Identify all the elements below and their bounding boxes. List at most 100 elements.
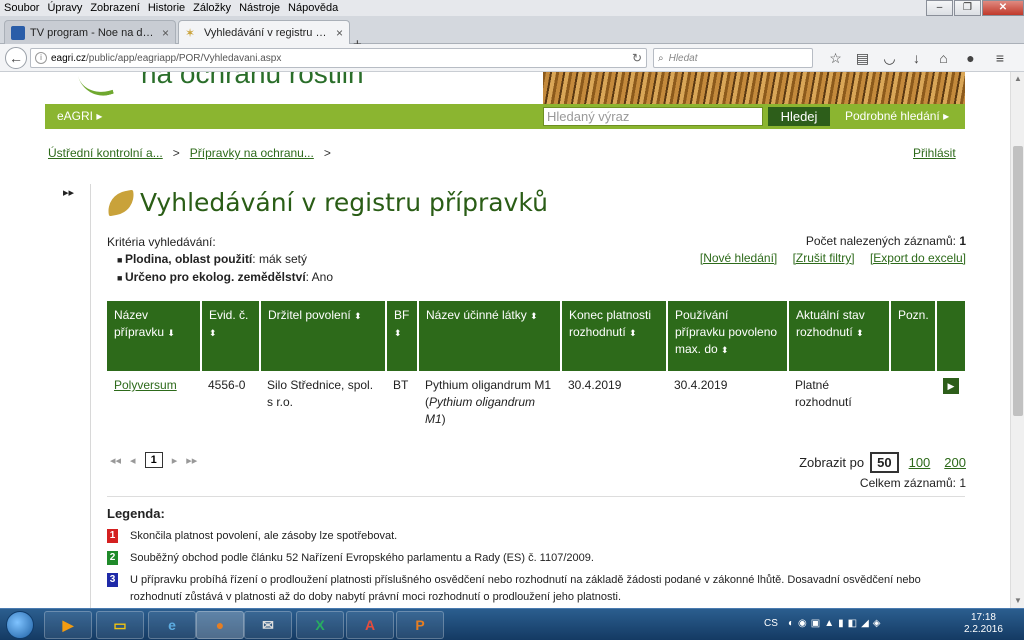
reading-list-icon[interactable]: ▤ <box>849 48 876 68</box>
download-icon[interactable]: ↓ <box>903 48 930 68</box>
breadcrumb: Ústřední kontrolní a... > Přípravky na o… <box>48 146 331 160</box>
minimize-button[interactable]: – <box>926 0 953 16</box>
url-path: /public/app/eagriapp/POR/Vyhledavani.asp… <box>86 52 282 64</box>
tab-close-icon[interactable]: × <box>336 26 343 40</box>
first-page-button[interactable]: ◂◂ <box>110 454 121 467</box>
site-search-button[interactable]: Hledej <box>768 107 830 126</box>
tab-title: TV program - Noe na dnes ... <box>30 26 158 39</box>
menu-napoveda[interactable]: Nápověda <box>284 2 342 14</box>
col-pouzivani[interactable]: Používání přípravku povoleno max. do ⬍ <box>667 301 789 371</box>
legend-item: 2 Souběžný obchod podle článku 52 Naříze… <box>107 550 965 567</box>
powerpoint-icon[interactable]: P <box>396 611 444 639</box>
media-player-icon[interactable]: ▶ <box>44 611 92 639</box>
cell-status: Platné rozhodnutí <box>795 378 852 409</box>
menu-zobrazeni[interactable]: Zobrazení <box>86 2 144 14</box>
breadcrumb-separator: > <box>323 146 331 160</box>
menu-upravy[interactable]: Úpravy <box>43 2 86 14</box>
row-detail-button[interactable]: ▶ <box>943 378 959 394</box>
system-tray: CS ◐◉▣▲▮◧◢◈ 17:18 2.2.2016 <box>760 609 1024 641</box>
col-ucinna-latka[interactable]: Název účinné látky ⬍ <box>418 301 562 371</box>
col-bf[interactable]: BF ⬍ <box>386 301 419 371</box>
col-drzitel[interactable]: Držitel povolení ⬍ <box>260 301 387 371</box>
prev-page-button[interactable]: ◂ <box>130 454 136 467</box>
banner-title: na ochranu rostlin <box>141 72 364 89</box>
pdf-reader-icon[interactable]: A <box>346 611 394 639</box>
legend-badge-3: 3 <box>107 573 118 587</box>
cancel-filters-link[interactable]: [Zrušit filtry] <box>793 251 855 265</box>
next-page-button[interactable]: ▸ <box>172 454 178 467</box>
mail-icon[interactable]: ✉ <box>244 611 292 639</box>
sort-icon: ⬍ <box>856 328 864 338</box>
hamburger-menu-icon[interactable]: ≡ <box>984 48 1016 68</box>
tab-bar: TV program - Noe na dnes ... × ✶ Vyhledá… <box>0 16 1024 53</box>
export-excel-link[interactable]: [Export do excelu] <box>870 251 966 265</box>
file-explorer-icon[interactable]: ▭ <box>96 611 144 639</box>
advanced-search-link[interactable]: Podrobné hledání ▸ <box>845 109 949 123</box>
divider <box>107 496 965 497</box>
cell-holder: Silo Střednice, spol. s r.o. <box>267 378 374 409</box>
firefox-icon[interactable]: ● <box>196 611 244 639</box>
chat-icon[interactable]: ● <box>957 48 984 68</box>
bookmark-star-icon[interactable]: ☆ <box>822 48 849 68</box>
divider <box>90 184 91 608</box>
cell-note <box>890 371 936 432</box>
page-size-100[interactable]: 100 <box>909 455 931 470</box>
scroll-down-icon[interactable]: ▼ <box>1011 594 1024 608</box>
maximize-button[interactable]: ❐ <box>954 0 981 16</box>
current-page[interactable]: 1 <box>144 452 163 468</box>
scroll-thumb[interactable] <box>1013 146 1023 416</box>
home-icon[interactable]: ⌂ <box>930 48 957 68</box>
eagri-menu[interactable]: eAGRI ▸ <box>57 109 102 123</box>
pocket-icon[interactable]: ◡ <box>876 48 903 68</box>
reload-icon[interactable]: ↻ <box>632 51 642 65</box>
tab-close-icon[interactable]: × <box>162 26 169 40</box>
col-konec-platnosti[interactable]: Konec platnosti rozhodnutí ⬍ <box>561 301 668 371</box>
product-link[interactable]: Polyversum <box>114 378 177 392</box>
tab-tv-program[interactable]: TV program - Noe na dnes ... × <box>4 20 176 44</box>
vertical-scrollbar[interactable]: ▲ ▼ <box>1010 72 1024 608</box>
close-window-button[interactable]: ✕ <box>982 0 1024 16</box>
excel-icon[interactable]: X <box>296 611 344 639</box>
menu-zalozky[interactable]: Záložky <box>189 2 235 14</box>
tab-vyhledavani[interactable]: ✶ Vyhledávání v registru příp... × <box>178 20 350 44</box>
col-nazev[interactable]: Název přípravku ⬇ <box>107 301 202 371</box>
sort-icon: ⬍ <box>721 345 729 355</box>
page-size-50[interactable]: 50 <box>870 452 899 473</box>
breadcrumb-separator: > <box>172 146 180 160</box>
cell-substance: Pythium oligandrum M1 (Pythium oligandru… <box>425 378 552 426</box>
info-icon[interactable]: i <box>35 52 47 64</box>
page-size-selector: Zobrazit po 50 100 200 <box>799 452 966 473</box>
clock[interactable]: 17:18 2.2.2016 <box>964 612 1003 636</box>
url-bar[interactable]: i eagri.cz/public/app/eagriapp/POR/Vyhle… <box>30 48 647 68</box>
title-leaf-icon <box>105 189 137 217</box>
col-pozn: Pozn. <box>890 301 937 371</box>
menu-historie[interactable]: Historie <box>144 2 189 14</box>
browser-search-input[interactable]: ⌕ Hledat <box>653 48 813 68</box>
page-size-200[interactable]: 200 <box>944 455 966 470</box>
new-search-link[interactable]: [Nové hledání] <box>700 251 777 265</box>
col-stav[interactable]: Aktuální stav rozhodnutí ⬍ <box>788 301 891 371</box>
menu-nastroje[interactable]: Nástroje <box>235 2 284 14</box>
cell-evid: 4556-0 <box>208 378 246 392</box>
breadcrumb-item-pripravky[interactable]: Přípravky na ochranu... <box>190 146 314 160</box>
window-controls: – ❐ ✕ <box>925 0 1024 16</box>
site-search-input[interactable]: Hledaný výraz <box>543 107 763 126</box>
expand-sidebar-icon[interactable]: ▸▸ <box>63 186 74 199</box>
leaf-icon: ✶ <box>185 25 196 40</box>
tray-icons[interactable]: ◐◉▣▲▮◧◢◈ <box>788 618 884 629</box>
menu-soubor[interactable]: Soubor <box>0 2 43 14</box>
search-criteria: Kritéria vyhledávání: Plodina, oblast po… <box>107 234 333 287</box>
internet-explorer-icon[interactable]: e <box>148 611 196 639</box>
criteria-heading: Kritéria vyhledávání: <box>107 235 216 249</box>
back-button[interactable]: ← <box>5 47 27 69</box>
last-page-button[interactable]: ▸▸ <box>186 454 197 467</box>
col-action <box>936 301 965 371</box>
scroll-up-icon[interactable]: ▲ <box>1011 72 1024 86</box>
site-nav-bar: eAGRI ▸ Hledaný výraz Hledej Podrobné hl… <box>45 104 965 129</box>
login-link[interactable]: Přihlásit <box>913 146 956 160</box>
col-evid[interactable]: Evid. č. ⬍ <box>201 301 261 371</box>
cell-bf: BT <box>393 378 409 392</box>
language-indicator[interactable]: CS <box>764 618 778 629</box>
start-button[interactable] <box>6 611 34 639</box>
breadcrumb-item-ukzuz[interactable]: Ústřední kontrolní a... <box>48 146 163 160</box>
